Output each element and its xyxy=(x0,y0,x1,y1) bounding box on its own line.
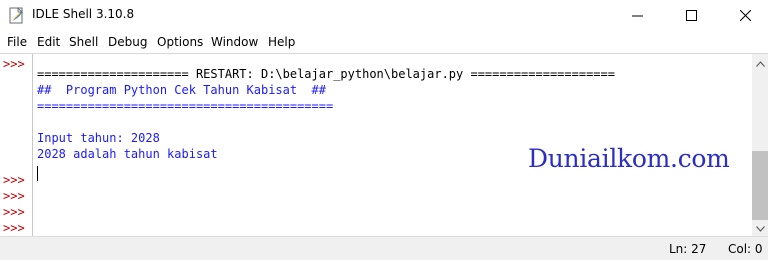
chevron-down-icon xyxy=(755,226,765,232)
maximize-button[interactable] xyxy=(668,0,714,31)
watermark: Duniailkom.com xyxy=(528,144,730,173)
menu-debug[interactable]: Debug xyxy=(108,35,147,49)
menu-shell[interactable]: Shell xyxy=(69,35,98,49)
status-column-number: Col: 0 xyxy=(728,242,763,256)
prompt-gutter: >>> >>> >>> >>> >>> xyxy=(0,54,32,236)
gutter-divider xyxy=(32,54,33,236)
scroll-down-button[interactable] xyxy=(752,221,768,237)
shell-prompt: >>> xyxy=(3,221,25,235)
close-icon xyxy=(739,10,751,21)
scrollbar-thumb[interactable] xyxy=(752,151,768,220)
menu-edit[interactable]: Edit xyxy=(37,35,60,49)
restart-line: ===================== RESTART: D:\belaja… xyxy=(37,67,615,81)
divider-line: ========================================… xyxy=(37,99,334,113)
minimize-button[interactable] xyxy=(614,0,660,31)
menu-window[interactable]: Window xyxy=(211,35,258,49)
shell-prompt: >>> xyxy=(3,189,25,203)
menu-help[interactable]: Help xyxy=(268,35,295,49)
title-bar: IDLE Shell 3.10.8 xyxy=(0,0,768,31)
menu-options[interactable]: Options xyxy=(157,35,203,49)
menu-bar: File Edit Shell Debug Options Window Hel… xyxy=(0,31,768,53)
maximize-icon xyxy=(685,10,697,21)
chevron-up-icon xyxy=(755,61,765,67)
text-cursor xyxy=(37,166,38,181)
shell-prompt: >>> xyxy=(3,57,25,71)
close-button[interactable] xyxy=(722,0,768,31)
status-line-number: Ln: 27 xyxy=(669,242,707,256)
shell-prompt: >>> xyxy=(3,205,25,219)
python-feather-icon xyxy=(9,7,23,24)
minimize-icon xyxy=(631,15,643,17)
status-bar: Ln: 27 Col: 0 xyxy=(0,236,768,260)
shell-prompt: >>> xyxy=(3,173,25,187)
program-title-line: ## Program Python Cek Tahun Kabisat ## xyxy=(37,83,326,97)
window-title: IDLE Shell 3.10.8 xyxy=(32,7,135,21)
scroll-up-button[interactable] xyxy=(752,56,768,72)
menu-file[interactable]: File xyxy=(7,35,27,49)
